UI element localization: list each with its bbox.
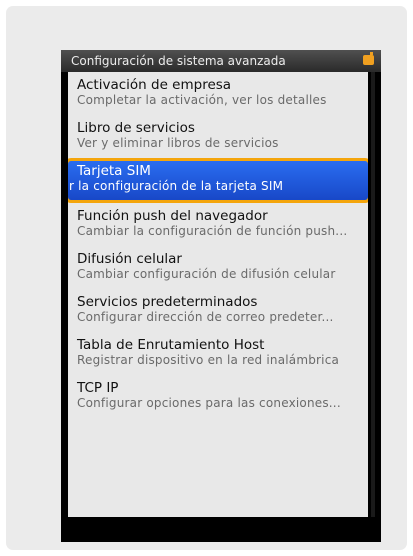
- menu-item-title: Servicios predeterminados: [77, 294, 258, 310]
- menu-item-subtitle: r la configuración de la tarjeta SIM: [69, 179, 284, 193]
- menu-item-tabla-enrutamiento[interactable]: Tabla de Enrutamiento Host Registrar dis…: [68, 332, 368, 375]
- menu-item-subtitle: Ver y eliminar libros de servicios: [77, 136, 279, 150]
- battery-icon: [363, 52, 374, 65]
- menu-item-subtitle: Registrar dispositivo en la red inalámbr…: [77, 353, 340, 367]
- screen-title: Configuración de sistema avanzada: [71, 54, 286, 68]
- menu-item-subtitle: Cambiar la configuración de función push…: [77, 224, 348, 238]
- menu-item-subtitle: Configurar dirección de correo predeter.…: [77, 310, 334, 324]
- menu-item-title: Tabla de Enrutamiento Host: [77, 337, 265, 353]
- menu-item-subtitle: Completar la activación, ver los detalle…: [77, 93, 327, 107]
- menu-item-activacion-empresa[interactable]: Activación de empresa Completar la activ…: [68, 72, 368, 115]
- menu-item-funcion-push[interactable]: Función push del navegador Cambiar la co…: [68, 203, 368, 246]
- title-bar: Configuración de sistema avanzada: [61, 50, 381, 72]
- menu-item-servicios-predeterminados[interactable]: Servicios predeterminados Configurar dir…: [68, 289, 368, 332]
- menu-item-title: Activación de empresa: [77, 77, 232, 93]
- menu-item-title: Función push del navegador: [77, 208, 268, 224]
- menu-item-title: Libro de servicios: [77, 120, 195, 136]
- menu-item-difusion-celular[interactable]: Difusión celular Cambiar configuración d…: [68, 246, 368, 289]
- device-screen: Configuración de sistema avanzada Activa…: [61, 50, 381, 542]
- menu-item-subtitle: Configurar opciones para las conexiones.…: [77, 396, 341, 410]
- menu-item-title: Tarjeta SIM: [77, 163, 151, 179]
- menu-item-libro-servicios[interactable]: Libro de servicios Ver y eliminar libros…: [68, 115, 368, 158]
- scroll-track: [371, 72, 375, 517]
- card-background: Configuración de sistema avanzada Activa…: [6, 6, 407, 550]
- settings-list: Activación de empresa Completar la activ…: [68, 72, 368, 517]
- menu-item-subtitle: Cambiar configuración de difusión celula…: [77, 267, 336, 281]
- menu-item-tarjeta-sim[interactable]: Tarjeta SIM r la configuración de la tar…: [68, 158, 368, 203]
- menu-item-title: Difusión celular: [77, 251, 182, 267]
- menu-item-tcp-ip[interactable]: TCP IP Configurar opciones para las cone…: [68, 375, 368, 418]
- menu-item-title: TCP IP: [77, 380, 119, 396]
